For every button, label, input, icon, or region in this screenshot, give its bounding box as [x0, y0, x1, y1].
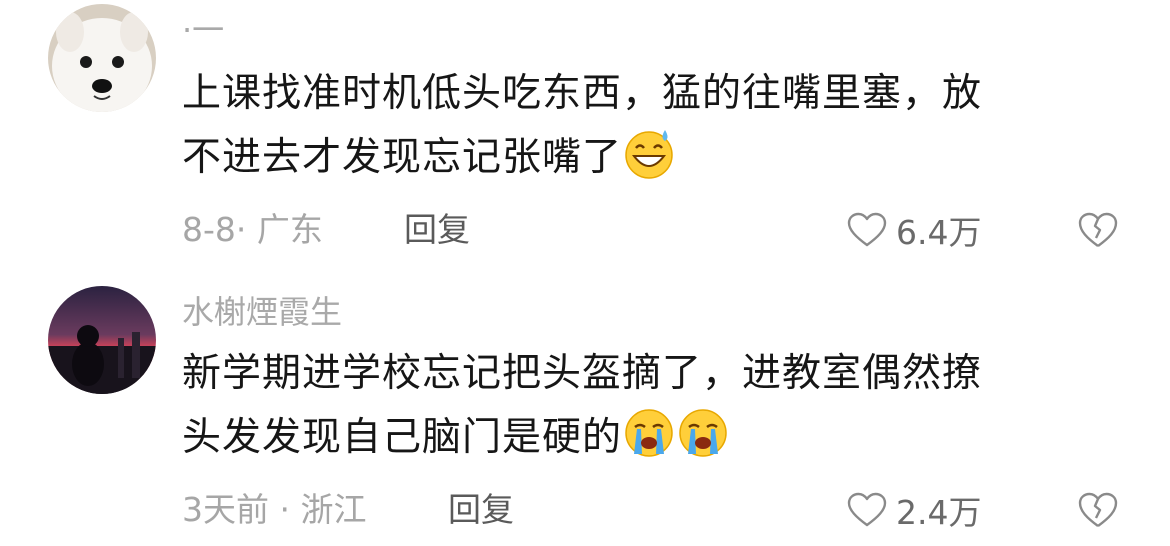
grinning-sweat-face-icon — [625, 130, 673, 179]
username[interactable]: 水榭煙霞生 — [182, 292, 342, 332]
like-button[interactable]: 6.4万 — [846, 208, 981, 252]
comment-text-line-with-emoji: 头发发现自己脑门是硬的 — [182, 406, 1102, 470]
comment-text: 上课找准时机低头吃东西，猛的往嘴里塞，放 不进去才发现忘记张嘴了 — [182, 62, 1102, 190]
comment-item: ·一 上课找准时机低头吃东西，猛的往嘴里塞，放 不进去才发现忘记张嘴了 8-8·… — [0, 0, 1170, 270]
comment-meta: 3天前 · 浙江 — [182, 490, 367, 529]
dislike-button[interactable] — [1076, 208, 1120, 252]
reply-button[interactable]: 回复 — [448, 490, 514, 530]
comment-meta: 8-8· 广东 — [182, 210, 323, 249]
broken-heart-icon — [1078, 212, 1118, 247]
like-button[interactable]: 2.4万 — [846, 488, 981, 532]
avatar-night-scene[interactable] — [48, 286, 156, 394]
heart-icon — [847, 212, 887, 247]
comment-text-line: 头发发现自己脑门是硬的 — [182, 415, 623, 460]
loudly-crying-face-icon — [625, 409, 673, 457]
comment-text-line: 新学期进学校忘记把头盔摘了，进教室偶然撩 — [182, 351, 983, 396]
night-scene-avatar-image — [48, 286, 156, 394]
reply-button[interactable]: 回复 — [404, 210, 470, 250]
comment-text: 新学期进学校忘记把头盔摘了，进教室偶然撩 头发发现自己脑门是硬的 — [182, 342, 1102, 470]
like-count: 6.4万 — [896, 213, 982, 252]
like-count: 2.4万 — [896, 493, 982, 532]
broken-heart-icon — [1078, 492, 1118, 527]
avatar-dog[interactable] — [48, 4, 156, 112]
comment-text-line-with-emoji: 不进去才发现忘记张嘴了 — [182, 126, 1102, 190]
loudly-crying-face-icon — [679, 409, 727, 457]
username[interactable]: ·一 — [182, 10, 224, 50]
comment-item: 水榭煙霞生 新学期进学校忘记把头盔摘了，进教室偶然撩 头发发现自己脑门是硬的 3… — [0, 270, 1170, 546]
comment-text-line: 上课找准时机低头吃东西，猛的往嘴里塞，放 — [182, 71, 983, 116]
dog-avatar-image — [48, 4, 156, 112]
dislike-button[interactable] — [1076, 488, 1120, 532]
comment-text-line: 不进去才发现忘记张嘴了 — [182, 135, 623, 180]
heart-icon — [847, 492, 887, 527]
